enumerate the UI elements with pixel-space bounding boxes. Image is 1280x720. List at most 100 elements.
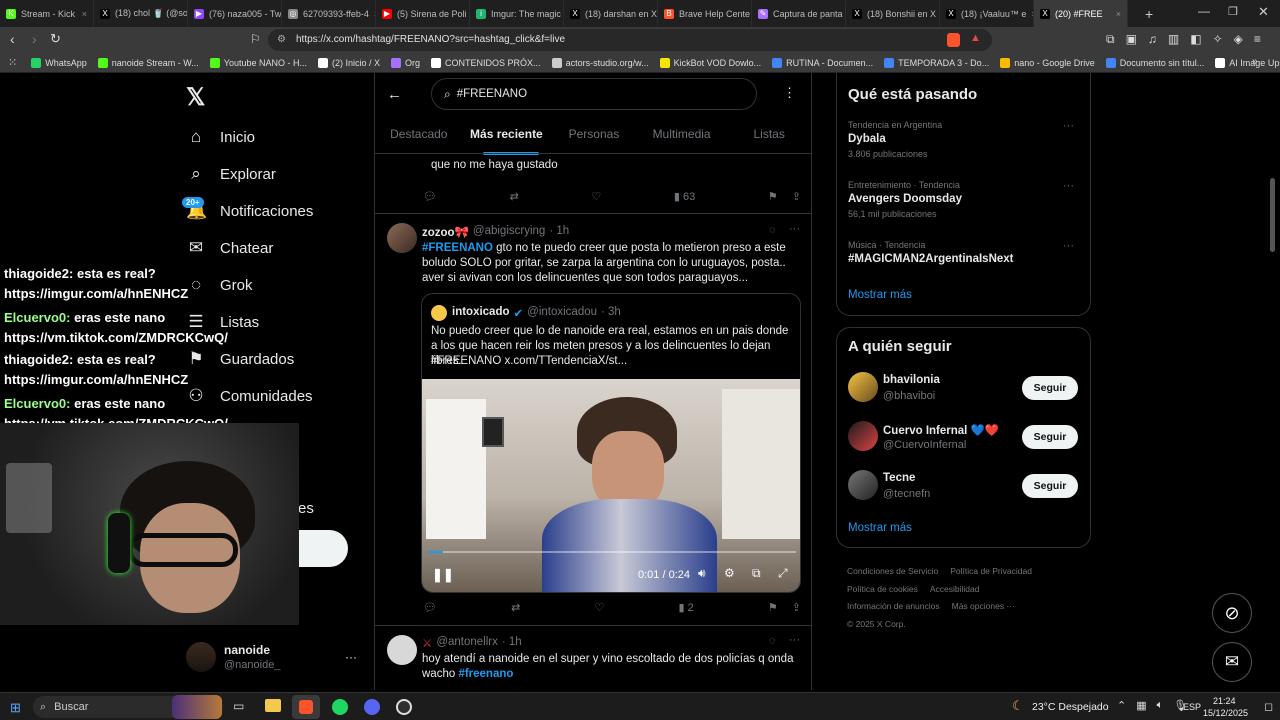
- site-info-icon[interactable]: ⚙: [277, 29, 286, 51]
- trend-item[interactable]: Tendencia en Argentina Dybala 3.806 public…: [848, 120, 1080, 159]
- nav-item-grok[interactable]: ◌ Grok: [186, 275, 253, 295]
- nav-item-listas[interactable]: ☰ Listas: [186, 312, 259, 332]
- follow-handle[interactable]: @bhaviboi: [883, 390, 935, 402]
- quote-text-link[interactable]: #FREENANO x.com/TTendenciaX/st...: [431, 354, 793, 369]
- follow-handle[interactable]: @CuervoInfernal: [883, 439, 966, 451]
- weather-text[interactable]: 23°C Despejado: [1032, 701, 1109, 713]
- follow-avatar[interactable]: [848, 372, 878, 402]
- tab-listas[interactable]: Listas: [725, 119, 811, 149]
- notification-center-icon[interactable]: ◻: [1264, 700, 1273, 713]
- discord-icon[interactable]: [364, 699, 380, 715]
- nav-item-notificaciones[interactable]: 🔔 Notificaciones: [186, 201, 313, 221]
- account-more-icon[interactable]: ···: [345, 650, 357, 664]
- messages-floating-button[interactable]: ✉: [1212, 642, 1252, 682]
- bookmark-page-icon[interactable]: ⚐: [250, 32, 261, 46]
- nav-item-chatear[interactable]: ✉ Chatear: [186, 238, 274, 258]
- bookmark-item[interactable]: actors-studio.org/w...: [551, 57, 649, 68]
- bookmark-icon[interactable]: ⚑: [768, 601, 778, 614]
- browser-tab[interactable]: iImgur: The magic×: [470, 0, 564, 27]
- browser-tab[interactable]: BBrave Help Cente×: [658, 0, 752, 27]
- trend-more-icon[interactable]: ···: [1063, 240, 1074, 252]
- follow-avatar[interactable]: [848, 421, 878, 451]
- tweet-author-handle[interactable]: @abigiscrying: [473, 225, 545, 239]
- bookmark-item[interactable]: RUTINA - Documen...: [772, 57, 873, 68]
- bookmarks-overflow-icon[interactable]: »: [1252, 56, 1258, 67]
- browser-tab[interactable]: ◎62709393-ffeb-4×: [282, 0, 376, 27]
- follow-button[interactable]: Seguir: [1022, 425, 1078, 449]
- tweet-author-handle[interactable]: @antonellrx: [436, 636, 498, 650]
- like-icon[interactable]: ♡: [591, 190, 601, 203]
- account-switcher[interactable]: nanoide @nanoide_: [186, 642, 280, 672]
- trends-show-more[interactable]: Mostrar más: [848, 289, 912, 301]
- page-scrollbar[interactable]: [1270, 178, 1275, 252]
- browser-tab[interactable]: X(18) ¡Vaaluu™ e×: [940, 0, 1034, 27]
- nav-item-explorar[interactable]: ⌕ Explorar: [186, 164, 276, 184]
- follow-avatar[interactable]: [848, 470, 878, 500]
- picture-in-picture-icon[interactable]: ⧉: [752, 566, 761, 581]
- follow-show-more[interactable]: Mostrar más: [848, 522, 912, 534]
- clock-date[interactable]: 15/12/2025: [1203, 708, 1248, 718]
- minimize-button[interactable]: —: [1198, 4, 1210, 18]
- bookmark-item[interactable]: TEMPORADA 3 - Do...: [884, 57, 989, 68]
- bookmark-item[interactable]: WhatsApp: [31, 57, 87, 68]
- bookmark-item[interactable]: Youtube NANO - H...: [209, 57, 307, 68]
- trend-item[interactable]: Música · Tendencia #MAGICMAN2ArgentinaIsN…: [848, 240, 1080, 265]
- bookmark-item[interactable]: Documento sin títul...: [1105, 57, 1204, 68]
- tab-multimedia[interactable]: Multimedia: [638, 119, 726, 149]
- repost-icon[interactable]: ⇄: [510, 190, 519, 203]
- tab-personas[interactable]: Personas: [550, 119, 638, 149]
- repost-icon[interactable]: ⇄: [511, 601, 520, 614]
- bookmark-icon[interactable]: ⚑: [768, 190, 778, 203]
- network-icon[interactable]: ▦: [1136, 699, 1146, 712]
- browser-tab[interactable]: X(18) Bonshii en X×: [846, 0, 940, 27]
- close-window-button[interactable]: ✕: [1258, 4, 1269, 20]
- footer-link[interactable]: Política de cookies: [847, 584, 918, 594]
- nav-item-guardados[interactable]: ⚑ Guardados: [186, 349, 294, 369]
- browser-tab[interactable]: X(18) chol 🥤 (@so×: [94, 0, 188, 27]
- bookmark-item[interactable]: AI Image Upscaler |...: [1215, 57, 1280, 68]
- reload-icon[interactable]: ↻: [50, 31, 61, 47]
- bookmark-item[interactable]: (2) Inicio / X: [318, 57, 380, 68]
- prev-tweet-text[interactable]: que no me haya gustado: [431, 158, 558, 173]
- search-input[interactable]: #FREENANO: [457, 88, 527, 100]
- settings-icon[interactable]: ⚙: [724, 566, 735, 580]
- tweet-more-icon[interactable]: ···: [789, 223, 800, 235]
- views-count[interactable]: ▮ 2: [678, 601, 693, 614]
- trend-more-icon[interactable]: ···: [1063, 120, 1074, 132]
- bookmark-item[interactable]: Org: [391, 57, 420, 68]
- forward-icon[interactable]: ›: [32, 31, 37, 47]
- clock-time[interactable]: 21:24: [1213, 696, 1236, 706]
- browser-tab[interactable]: ▶(76) naza005 - Tw×: [188, 0, 282, 27]
- video-progress-track[interactable]: [428, 551, 796, 553]
- tweet-author-name[interactable]: zozoo🎀: [422, 225, 469, 239]
- bookmark-item[interactable]: nano - Google Drive: [1000, 57, 1095, 68]
- browser-tab[interactable]: ✎Captura de panta×: [752, 0, 846, 27]
- volume-icon[interactable]: 🔈︎: [1157, 699, 1164, 712]
- address-bar[interactable]: ⚙ https://x.com/hashtag/FREENANO?src=has…: [268, 29, 992, 51]
- reply-icon[interactable]: 💬︎: [423, 601, 437, 614]
- follow-name[interactable]: Cuervo Infernal 💙❤️: [883, 423, 999, 437]
- back-icon[interactable]: ‹: [10, 31, 15, 47]
- trend-item[interactable]: Entretenimiento · Tendencia Avengers Doom…: [848, 180, 1080, 219]
- apps-icon[interactable]: ⁙: [8, 56, 17, 69]
- obs-icon[interactable]: [396, 699, 412, 715]
- brave-shield-icon[interactable]: [947, 33, 960, 47]
- grok-floating-button[interactable]: ⊘: [1212, 593, 1252, 633]
- post-button[interactable]: [298, 530, 348, 567]
- footer-link[interactable]: Condiciones de Servicio: [847, 566, 938, 576]
- pause-icon[interactable]: ❚❚: [432, 567, 454, 583]
- tweet-time[interactable]: · 1h: [549, 225, 569, 239]
- spotify-icon[interactable]: [332, 699, 348, 715]
- quote-tweet[interactable]: intoxicado ✔ @intoxicadou · 3h No puedo …: [421, 293, 801, 593]
- menu-icon[interactable]: ≡: [1254, 32, 1261, 47]
- bookmark-item[interactable]: KickBot VOD Dowlo...: [659, 57, 761, 68]
- grok-icon[interactable]: ◌: [769, 635, 776, 647]
- search-bar[interactable]: ⌕ #FREENANO: [431, 78, 757, 110]
- brave-taskbar-icon[interactable]: [292, 695, 320, 719]
- music-icon[interactable]: ♫: [1148, 32, 1157, 47]
- follow-name[interactable]: bhavilonia: [883, 374, 940, 386]
- search-more-icon[interactable]: ⋮: [783, 85, 796, 101]
- back-arrow-icon[interactable]: ←: [387, 86, 402, 103]
- bookmark-item[interactable]: nanoide Stream - W...: [97, 57, 199, 68]
- tweet-more-icon[interactable]: ···: [789, 634, 800, 646]
